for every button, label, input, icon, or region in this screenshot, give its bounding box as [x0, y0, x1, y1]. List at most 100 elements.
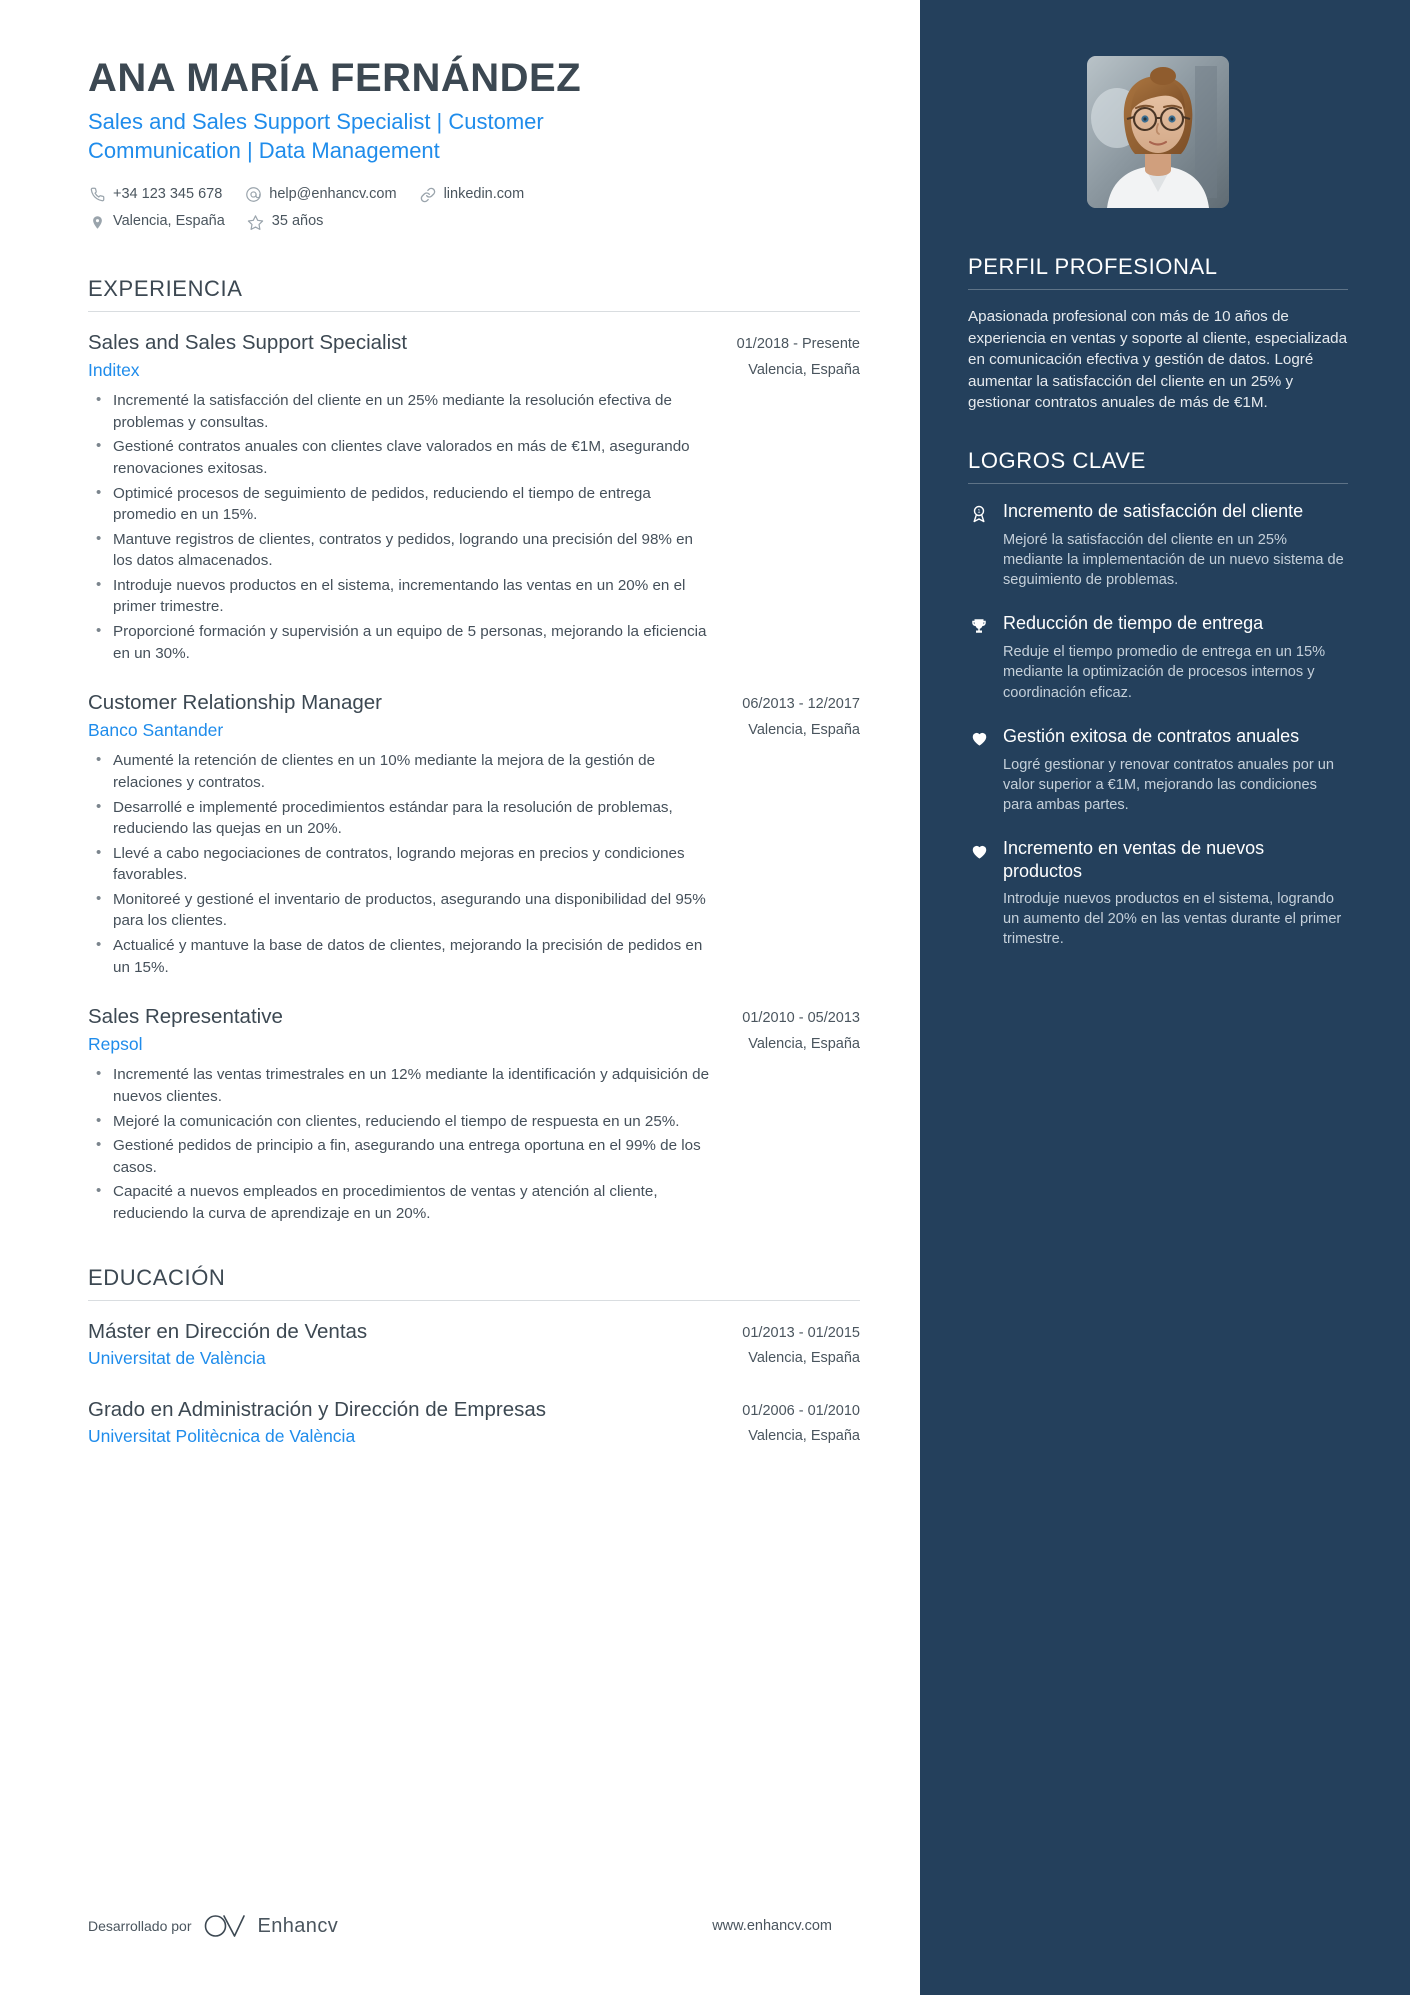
sidebar-column: PERFIL PROFESIONAL Apasionada profesiona… — [920, 0, 1410, 1995]
achievement-description: Mejoré la satisfacción del cliente en un… — [1003, 531, 1344, 589]
list-item: Monitoreé y gestioné el inventario de pr… — [88, 888, 713, 932]
achievement-title: Gestión exitosa de contratos anuales — [1003, 725, 1300, 746]
candidate-headline: Sales and Sales Support Specialist | Cus… — [88, 108, 544, 163]
experience-entry: Sales Representative 01/2010 - 05/2013 R… — [88, 1004, 860, 1224]
list-item: Capacité a nuevos empleados en procedimi… — [88, 1180, 713, 1224]
job-company[interactable]: Inditex — [88, 359, 558, 383]
heart-icon — [968, 840, 990, 862]
job-company[interactable]: Banco Santander — [88, 719, 558, 743]
list-item: Incrementé las ventas trimestrales en un… — [88, 1063, 713, 1107]
list-item: Optimicé procesos de seguimiento de pedi… — [88, 482, 713, 526]
job-bullets: Incrementé la satisfacción del cliente e… — [88, 389, 860, 664]
section-title-education: EDUCACIÓN — [88, 1264, 226, 1290]
resume-page: ANA MARÍA FERNÁNDEZ Sales and Sales Supp… — [0, 0, 1410, 1995]
achievement-header: 1 Incremento de satisfacción del cliente — [968, 500, 1348, 525]
experience-entry: Sales and Sales Support Specialist 01/20… — [88, 330, 860, 664]
entry-subheader-row: Banco Santander Valencia, España — [88, 719, 860, 743]
profile-text: Apasionada profesional con más de 10 año… — [968, 308, 1348, 412]
list-item: Gestioné pedidos de principio a fin, ase… — [88, 1134, 713, 1178]
email-icon — [244, 186, 262, 204]
entry-subheader-row: Universitat Politècnica de València Vale… — [88, 1425, 860, 1449]
entry-header-row: Sales and Sales Support Specialist 01/20… — [88, 330, 860, 357]
education-entry: Máster en Dirección de Ventas 01/2013 - … — [88, 1319, 860, 1371]
entry-header-row: Grado en Administración y Dirección de E… — [88, 1397, 860, 1424]
school-name[interactable]: Universitat Politècnica de València — [88, 1425, 558, 1449]
contact-details: +34 123 345 678 help@enhancv.com linkedi… — [88, 181, 860, 236]
section-title-profile: PERFIL PROFESIONAL — [968, 254, 1218, 279]
list-item: Mantuve registros de clientes, contratos… — [88, 528, 713, 572]
list-item: Aumenté la retención de clientes en un 1… — [88, 749, 713, 793]
achievement-header: Incremento en ventas de nuevos productos — [968, 837, 1348, 884]
achievement-item: Reducción de tiempo de entrega Reduje el… — [968, 612, 1348, 702]
entry-header-row: Customer Relationship Manager 06/2013 - … — [88, 690, 860, 717]
achievement-item: Gestión exitosa de contratos anuales Log… — [968, 725, 1348, 815]
svg-text:1: 1 — [978, 509, 981, 515]
school-location: Valencia, España — [748, 1428, 860, 1445]
achievement-item: 1 Incremento de satisfacción del cliente… — [968, 500, 1348, 590]
list-item: Gestioné contratos anuales con clientes … — [88, 435, 713, 479]
degree-title: Grado en Administración y Dirección de E… — [88, 1397, 547, 1421]
achievement-description: Introduje nuevos productos en el sistema… — [1003, 890, 1342, 948]
school-name[interactable]: Universitat de València — [88, 1347, 558, 1371]
section-title-achievements: LOGROS CLAVE — [968, 447, 1146, 473]
entry-subheader-row: Universitat de València Valencia, España — [88, 1347, 860, 1371]
job-title: Customer Relationship Manager — [88, 691, 382, 715]
contact-link-text: linkedin.com — [443, 185, 525, 202]
list-item: Actualicé y mantuve la base de datos de … — [88, 934, 713, 978]
achievement-title: Incremento de satisfacción del cliente — [1003, 500, 1304, 521]
job-location: Valencia, España — [748, 721, 860, 738]
school-location: Valencia, España — [748, 1350, 860, 1367]
location-pin-icon — [88, 213, 106, 231]
list-item: Llevé a cabo negociaciones de contratos,… — [88, 842, 713, 886]
list-item: Mejoré la comunicación con clientes, red… — [88, 1110, 713, 1133]
contact-email[interactable]: help@enhancv.com — [244, 181, 397, 209]
contact-location[interactable]: Valencia, España — [88, 208, 225, 236]
section-divider — [88, 310, 860, 312]
job-date: 06/2013 - 12/2017 — [742, 696, 860, 713]
powered-by-label: Desarrollado por — [88, 1918, 192, 1934]
section-divider — [88, 1299, 860, 1301]
job-bullets: Incrementé las ventas trimestrales en un… — [88, 1063, 860, 1224]
contact-age[interactable]: 35 años — [247, 208, 324, 236]
list-item: Desarrollé e implementé procedimientos e… — [88, 796, 713, 840]
portrait-photo — [1087, 56, 1229, 208]
job-location: Valencia, España — [748, 1035, 860, 1052]
degree-title: Máster en Dirección de Ventas — [88, 1319, 368, 1343]
heart-icon — [968, 728, 990, 750]
section-experience: EXPERIENCIA Sales and Sales Support Spec… — [88, 276, 860, 1225]
brand-name: Enhancv — [257, 1914, 339, 1937]
page-footer: Desarrollado por Enhancv www.enhancv.com — [88, 1913, 832, 1939]
section-divider — [968, 482, 1348, 484]
job-company[interactable]: Repsol — [88, 1033, 558, 1057]
contact-location-text: Valencia, España — [113, 213, 225, 230]
entry-subheader-row: Repsol Valencia, España — [88, 1033, 860, 1057]
achievement-description: Logré gestionar y renovar contratos anua… — [1003, 756, 1334, 813]
contact-age-text: 35 años — [271, 213, 324, 230]
entry-subheader-row: Inditex Valencia, España — [88, 359, 860, 383]
contact-link[interactable]: linkedin.com — [419, 181, 525, 209]
section-education: EDUCACIÓN Máster en Dirección de Ventas … — [88, 1265, 860, 1450]
brand-block: Desarrollado por Enhancv — [88, 1913, 338, 1939]
job-date: 01/2010 - 05/2013 — [742, 1010, 860, 1027]
achievement-title: Reducción de tiempo de entrega — [1003, 613, 1264, 634]
achievement-item: Incremento en ventas de nuevos productos… — [968, 837, 1348, 949]
contact-phone-text: +34 123 345 678 — [113, 185, 223, 202]
section-divider — [968, 289, 1348, 290]
entry-header-row: Máster en Dirección de Ventas 01/2013 - … — [88, 1319, 860, 1346]
achievement-title: Incremento en ventas de nuevos productos — [1003, 838, 1265, 882]
achievement-header: Gestión exitosa de contratos anuales — [968, 725, 1348, 750]
enhancv-logo-icon — [203, 1913, 247, 1939]
list-item: Proporcioné formación y supervisión a un… — [88, 620, 713, 664]
section-profile: PERFIL PROFESIONAL Apasionada profesiona… — [968, 254, 1348, 414]
award-ribbon-icon: 1 — [968, 503, 990, 525]
contact-line-1: +34 123 345 678 help@enhancv.com linkedi… — [88, 181, 860, 209]
degree-date: 01/2013 - 01/2015 — [742, 1324, 860, 1341]
contact-email-text: help@enhancv.com — [269, 185, 397, 202]
contact-phone[interactable]: +34 123 345 678 — [88, 181, 222, 209]
footer-url[interactable]: www.enhancv.com — [712, 1918, 832, 1934]
main-column: ANA MARÍA FERNÁNDEZ Sales and Sales Supp… — [0, 0, 920, 1995]
job-date: 01/2018 - Presente — [736, 335, 860, 352]
education-entry: Grado en Administración y Dirección de E… — [88, 1397, 860, 1449]
degree-date: 01/2006 - 01/2010 — [742, 1402, 860, 1419]
section-title-experience: EXPERIENCIA — [88, 275, 243, 301]
